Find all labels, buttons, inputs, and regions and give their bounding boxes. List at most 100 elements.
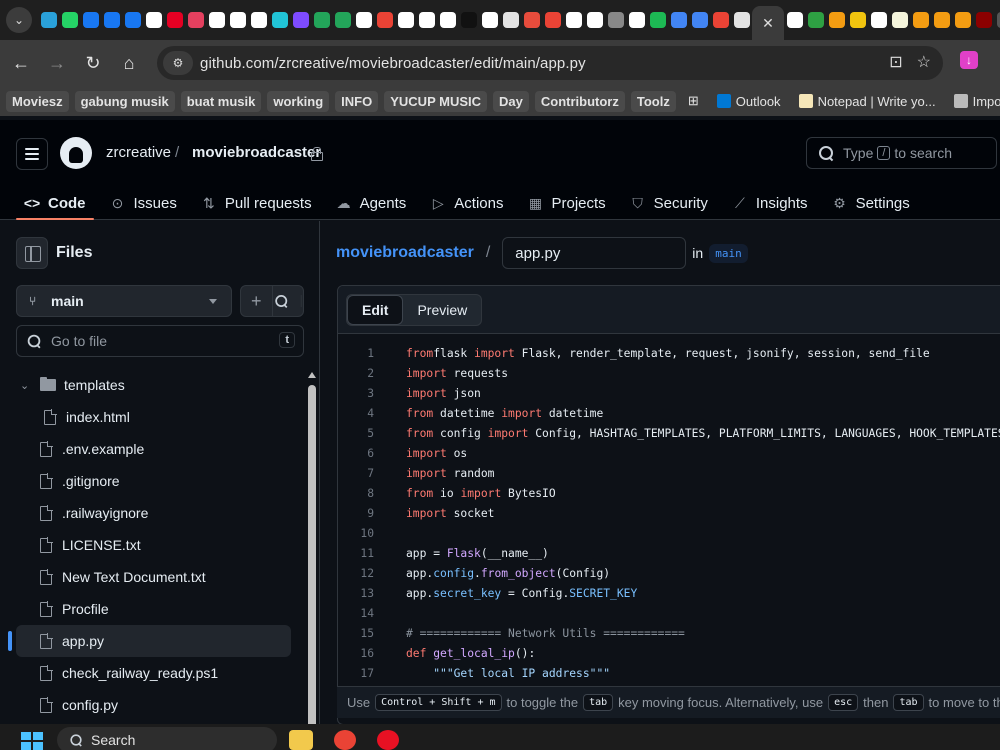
tab-pull-requests[interactable]: ⇅ Pull requests [193, 186, 320, 220]
bookmark-folder[interactable]: gabung musik [74, 90, 175, 112]
tab-security[interactable]: ⛉ Security [622, 186, 716, 220]
tree-file[interactable]: check_railway_ready.ps1 [16, 657, 291, 689]
tab-favicon-icon[interactable] [544, 12, 561, 28]
tree-file[interactable]: Procfile [16, 593, 291, 625]
site-info-icon[interactable]: ⚙ [163, 51, 193, 75]
tab-favicon-icon[interactable] [376, 12, 393, 28]
bookmark-link[interactable]: Notepad | Write yo... [793, 91, 942, 112]
tab-code[interactable]: <> Code [16, 186, 94, 220]
tab-favicon-icon[interactable] [586, 12, 603, 28]
code-content[interactable]: 1 fromflask import Flask, render_template… [338, 343, 1000, 683]
tab-favicon-icon[interactable] [912, 12, 929, 28]
tab-favicon-icon[interactable] [334, 12, 351, 28]
tab-preview[interactable]: Preview [403, 295, 481, 325]
bookmark-folder[interactable]: Contributorz [534, 90, 625, 112]
bookmark-folder[interactable]: working [267, 90, 330, 112]
tab-favicon-icon[interactable] [460, 12, 477, 28]
tab-insights[interactable]: ⟋ Insights [724, 186, 816, 220]
tab-favicon-icon[interactable] [691, 12, 708, 28]
tab-favicon-icon[interactable] [355, 12, 372, 28]
search-files-button[interactable] [273, 286, 304, 316]
go-to-file-input[interactable]: Go to file t [16, 325, 304, 357]
tab-favicon-icon[interactable] [313, 12, 330, 28]
tree-file[interactable]: config.py [16, 689, 291, 721]
add-file-button[interactable]: + [241, 286, 273, 316]
tree-file[interactable]: index.html [16, 401, 291, 433]
tab-edit[interactable]: Edit [347, 295, 404, 325]
address-bar[interactable]: ⚙ github.com/zrcreative/moviebroadcaster… [157, 46, 943, 80]
collapse-sidebar-icon[interactable] [16, 237, 48, 269]
tab-favicon-icon[interactable] [187, 12, 204, 28]
bookmark-folder[interactable]: buat musik [180, 90, 262, 112]
chrome-icon[interactable] [334, 730, 356, 750]
tab-favicon-icon[interactable] [439, 12, 456, 28]
bookmark-folder[interactable]: Moviesz [6, 90, 69, 112]
bookmark-folder[interactable]: INFO [335, 90, 379, 112]
tab-favicon-icon[interactable] [849, 12, 866, 28]
file-explorer-icon[interactable] [289, 730, 313, 750]
tree-file[interactable]: app.py [8, 625, 291, 657]
sidebar-scrollbar[interactable] [306, 371, 318, 750]
tab-favicon-icon[interactable] [733, 12, 750, 28]
apps-grid-icon[interactable]: ⊞ [682, 90, 705, 112]
back-icon[interactable]: ← [6, 48, 36, 78]
github-logo-icon[interactable] [60, 137, 92, 169]
extension-download-icon[interactable]: ↓ [960, 51, 978, 69]
tab-favicon-icon[interactable] [40, 12, 57, 28]
tab-favicon-icon[interactable] [712, 12, 729, 28]
tab-favicon-icon[interactable] [292, 12, 309, 28]
breadcrumb-repo-link[interactable]: moviebroadcaster [336, 244, 474, 262]
repo-name-link[interactable]: moviebroadcaster [192, 144, 321, 161]
tab-favicon-icon[interactable] [649, 12, 666, 28]
tab-favicon-icon[interactable] [954, 12, 971, 28]
bookmark-star-icon[interactable]: ☆ [917, 52, 931, 72]
tree-folder[interactable]: ⌄ templates [16, 369, 291, 401]
tab-agents[interactable]: ☁ Agents [328, 186, 415, 220]
repo-owner-link[interactable]: zrcreative [106, 144, 171, 161]
tree-file[interactable]: .env.example [16, 433, 291, 465]
bookmark-link[interactable]: Importe [948, 91, 1000, 112]
tab-favicon-icon[interactable] [229, 12, 246, 28]
taskbar-search[interactable]: Search [57, 727, 277, 750]
tab-favicon-icon[interactable] [786, 12, 803, 28]
tab-favicon-icon[interactable] [933, 12, 950, 28]
tab-favicon-icon[interactable] [397, 12, 414, 28]
record-icon[interactable] [377, 730, 399, 750]
chevron-down-icon[interactable]: ⌄ [20, 379, 34, 392]
tab-favicon-icon[interactable] [996, 12, 1000, 28]
active-tab[interactable]: ✕ [752, 6, 784, 40]
reload-icon[interactable]: ↻ [78, 48, 108, 78]
tab-favicon-icon[interactable] [124, 12, 141, 28]
tab-favicon-icon[interactable] [61, 12, 78, 28]
tab-favicon-icon[interactable] [628, 12, 645, 28]
tab-favicon-icon[interactable] [418, 12, 435, 28]
tab-favicon-icon[interactable] [565, 12, 582, 28]
bookmark-folder[interactable]: Day [493, 90, 529, 112]
tab-projects[interactable]: ▦ Projects [519, 186, 613, 220]
menu-icon[interactable] [16, 138, 48, 170]
tab-favicon-icon[interactable] [807, 12, 824, 28]
tab-actions[interactable]: ▷ Actions [422, 186, 511, 220]
branch-selector[interactable]: ⑂ main [16, 285, 232, 317]
tab-favicon-icon[interactable] [208, 12, 225, 28]
tab-favicon-icon[interactable] [607, 12, 624, 28]
tab-favicon-icon[interactable] [82, 12, 99, 28]
install-app-icon[interactable]: ⊡ [889, 52, 902, 72]
tree-file[interactable]: LICENSE.txt [16, 529, 291, 561]
tab-favicon-icon[interactable] [502, 12, 519, 28]
filename-input[interactable]: app.py [502, 237, 687, 269]
tab-favicon-icon[interactable] [166, 12, 183, 28]
tab-favicon-icon[interactable] [145, 12, 162, 28]
tab-favicon-icon[interactable] [891, 12, 908, 28]
bookmark-link[interactable]: Outlook [711, 91, 787, 112]
tab-favicon-icon[interactable] [828, 12, 845, 28]
bookmark-folder[interactable]: YUCUP MUSIC [384, 90, 488, 112]
scroll-up-icon[interactable] [308, 372, 316, 378]
tab-issues[interactable]: ⊙ Issues [102, 186, 185, 220]
tab-favicon-icon[interactable] [670, 12, 687, 28]
tree-file[interactable]: New Text Document.txt [16, 561, 291, 593]
home-icon[interactable]: ⌂ [114, 48, 144, 78]
forward-icon[interactable]: → [42, 48, 72, 78]
tree-file[interactable]: .railwayignore [16, 497, 291, 529]
close-icon[interactable]: ✕ [762, 15, 774, 32]
